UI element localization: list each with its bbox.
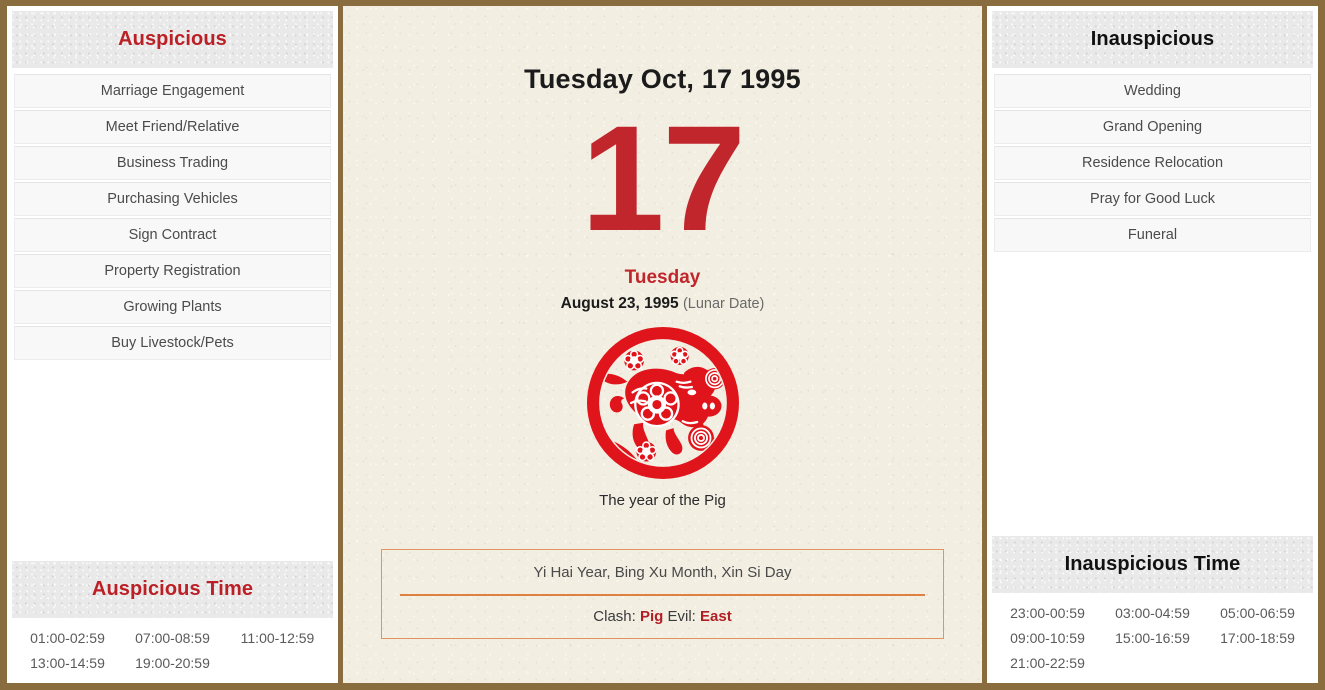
- day-number: 17: [581, 94, 746, 262]
- list-item[interactable]: Business Trading: [14, 146, 331, 180]
- weekday-label: Tuesday: [624, 267, 701, 288]
- list-item[interactable]: Growing Plants: [14, 290, 331, 324]
- inauspicious-time-header: Inauspicious Time: [992, 536, 1313, 593]
- auspicious-time-section: 01:00-02:59 07:00-08:59 11:00-12:59 13:0…: [7, 618, 338, 683]
- time-slot: 07:00-08:59: [135, 630, 210, 646]
- lunar-date-value: August 23, 1995: [560, 295, 679, 312]
- page-title: Tuesday Oct, 17 1995: [524, 64, 801, 94]
- zodiac-pig-papercut-icon: [586, 327, 739, 484]
- list-item[interactable]: Pray for Good Luck: [994, 182, 1311, 216]
- inauspicious-time-grid: 23:00-00:59 03:00-04:59 05:00-06:59 09:0…: [987, 593, 1318, 675]
- time-slot: 21:00-22:59: [1010, 655, 1085, 671]
- pillars-text: Yi Hai Year, Bing Xu Month, Xin Si Day: [400, 564, 925, 596]
- clash-label: Clash:: [593, 608, 636, 625]
- auspicious-time-header: Auspicious Time: [12, 561, 333, 618]
- list-item[interactable]: Meet Friend/Relative: [14, 110, 331, 144]
- date-detail-panel: Tuesday Oct, 17 1995 17 Tuesday August 2…: [343, 6, 982, 683]
- inauspicious-panel-spacer: [987, 254, 1318, 531]
- time-slot: 01:00-02:59: [30, 630, 105, 646]
- lunar-date-tag: (Lunar Date): [682, 296, 765, 312]
- time-slot-empty: [225, 655, 330, 671]
- evil-value: East: [700, 608, 732, 625]
- inauspicious-time-section: 23:00-00:59 03:00-04:59 05:00-06:59 09:0…: [987, 593, 1318, 683]
- time-slot: 13:00-14:59: [30, 655, 105, 671]
- inauspicious-panel: Inauspicious Wedding Grand Opening Resid…: [987, 6, 1318, 683]
- list-item[interactable]: Sign Contract: [14, 218, 331, 252]
- zodiac-block: The year of the Pig: [586, 327, 739, 509]
- lunar-date-row: August 23, 1995 (Lunar Date): [561, 295, 765, 313]
- auspicious-activity-list: Marriage Engagement Meet Friend/Relative…: [7, 68, 338, 362]
- clash-evil-row: Clash: Pig Evil: East: [400, 596, 925, 625]
- time-slot: 17:00-18:59: [1220, 630, 1295, 646]
- list-item[interactable]: Grand Opening: [994, 110, 1311, 144]
- list-item[interactable]: Wedding: [994, 74, 1311, 108]
- list-item[interactable]: Purchasing Vehicles: [14, 182, 331, 216]
- inauspicious-activity-list: Wedding Grand Opening Residence Relocati…: [987, 68, 1318, 254]
- time-slot: 23:00-00:59: [1010, 605, 1085, 621]
- time-slot: 05:00-06:59: [1220, 605, 1295, 621]
- time-slot: 03:00-04:59: [1115, 605, 1190, 621]
- time-slot: 09:00-10:59: [1010, 630, 1085, 646]
- auspicious-header: Auspicious: [12, 11, 333, 68]
- chinese-almanac-calendar: Auspicious Marriage Engagement Meet Frie…: [0, 0, 1325, 690]
- auspicious-panel: Auspicious Marriage Engagement Meet Frie…: [7, 6, 338, 683]
- list-item[interactable]: Funeral: [994, 218, 1311, 252]
- evil-label: Evil:: [667, 608, 696, 625]
- zodiac-caption: The year of the Pig: [599, 492, 726, 509]
- inauspicious-header: Inauspicious: [992, 11, 1313, 68]
- list-item[interactable]: Marriage Engagement: [14, 74, 331, 108]
- time-slot: 11:00-12:59: [240, 630, 315, 646]
- clash-value: Pig: [639, 608, 664, 625]
- list-item[interactable]: Residence Relocation: [994, 146, 1311, 180]
- time-slot: 19:00-20:59: [135, 655, 210, 671]
- day-pillars-info-box: Yi Hai Year, Bing Xu Month, Xin Si Day C…: [381, 549, 944, 639]
- time-slot: 15:00-16:59: [1115, 630, 1190, 646]
- auspicious-time-grid: 01:00-02:59 07:00-08:59 11:00-12:59 13:0…: [7, 618, 338, 675]
- list-item[interactable]: Buy Livestock/Pets: [14, 326, 331, 360]
- auspicious-panel-spacer: [7, 362, 338, 556]
- list-item[interactable]: Property Registration: [14, 254, 331, 288]
